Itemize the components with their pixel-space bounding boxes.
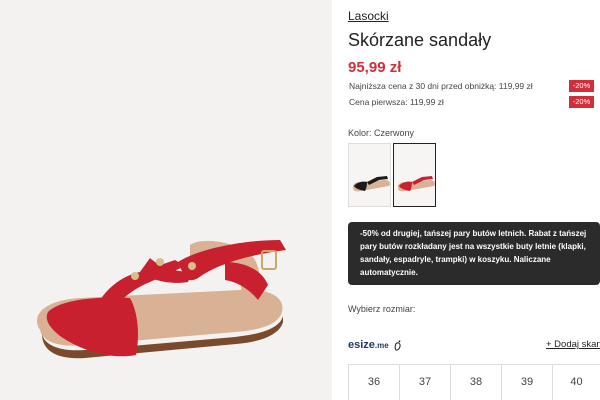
discount-badge: -20% xyxy=(569,96,594,108)
first-price-label: Cena pierwsza: 119,99 zł xyxy=(349,97,444,107)
size-option[interactable]: 39 xyxy=(501,365,552,400)
add-scan-link[interactable]: + Dodaj skan xyxy=(546,339,600,350)
size-label: Wybierz rozmiar: xyxy=(348,304,416,314)
promo-banner: -50% od drugiej, tańszej pary butów letn… xyxy=(348,222,600,285)
size-option[interactable]: 37 xyxy=(399,365,450,400)
sandal-black-thumbnail xyxy=(352,176,390,192)
sandal-main-image xyxy=(36,240,286,359)
size-option[interactable]: 40 xyxy=(552,365,600,400)
esize-brand: esize xyxy=(348,339,375,351)
first-price-row: Cena pierwsza: 119,99 zł -20% xyxy=(348,96,600,110)
size-grid: 36 37 38 39 40 xyxy=(348,364,600,400)
brand-link[interactable]: Lasocki xyxy=(348,9,389,23)
size-option[interactable]: 38 xyxy=(450,365,501,400)
lowest-price-row: Najniższa cena z 30 dni przed obniżką: 1… xyxy=(348,80,600,94)
esize-suffix: .me xyxy=(374,341,389,350)
current-price: 95,99 zł xyxy=(348,59,402,76)
esize-logo: esize.me xyxy=(348,339,389,351)
product-image-gallery[interactable] xyxy=(0,0,332,400)
foot-icon xyxy=(394,340,401,351)
discount-badge: -20% xyxy=(569,80,594,92)
color-swatch-red[interactable] xyxy=(393,143,436,207)
lowest-price-label: Najniższa cena z 30 dni przed obniżką: 1… xyxy=(349,81,533,91)
color-label: Kolor: Czerwony xyxy=(348,128,415,138)
color-swatch-black[interactable] xyxy=(348,143,391,207)
sandal-red-thumbnail xyxy=(397,176,435,192)
product-info-panel: Lasocki Skórzane sandały 95,99 zł Najniż… xyxy=(348,0,600,400)
product-title: Skórzane sandały xyxy=(348,30,492,50)
size-option[interactable]: 36 xyxy=(348,365,399,400)
